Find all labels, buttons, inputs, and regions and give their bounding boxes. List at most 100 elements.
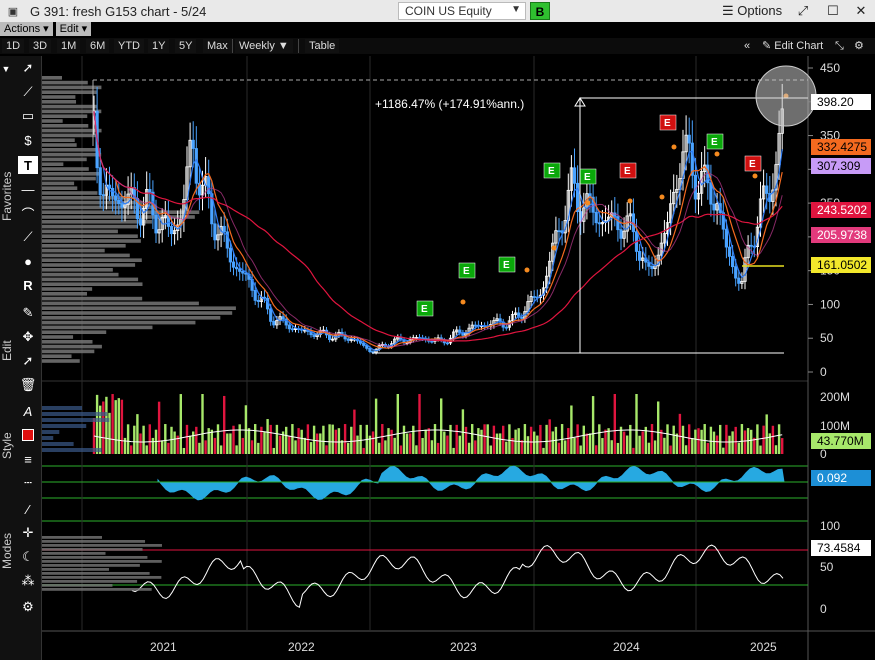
edit-chart-button[interactable]: ✎ Edit Chart	[762, 39, 823, 53]
color-palette-icon[interactable]: ⁂	[18, 572, 38, 590]
price-flag: 205.9738	[811, 227, 871, 243]
volume-bar	[173, 431, 176, 454]
trendline-icon[interactable]: ⟋	[18, 83, 38, 101]
volume-bar	[170, 426, 173, 454]
volume-bar	[777, 424, 781, 454]
select-cursor-icon[interactable]: ➚	[18, 352, 38, 370]
cursor-icon[interactable]: ➚	[18, 59, 38, 77]
volume-bar	[275, 424, 279, 454]
actions-menu[interactable]: Actions ▾	[0, 22, 53, 36]
volume-bar	[471, 424, 474, 454]
line-style-icon[interactable]: ┄	[18, 474, 38, 492]
volume-bar	[226, 433, 229, 454]
earnings-marker: E	[706, 133, 724, 150]
volume-bar	[136, 414, 139, 454]
maximize-icon[interactable]: ☐	[823, 2, 843, 20]
volume-bar	[111, 394, 114, 454]
toolbar-divider	[232, 39, 233, 53]
settings-gear-icon[interactable]: ⚙	[18, 598, 38, 616]
volume-profile-bar	[42, 186, 78, 190]
earnings-marker: E	[458, 262, 476, 279]
line-segment-icon[interactable]: ⟋	[18, 228, 38, 246]
dashed-line-icon[interactable]: ⁄	[18, 500, 38, 518]
table-button[interactable]: Table	[305, 39, 340, 53]
gear-icon[interactable]: ⚙	[854, 39, 864, 53]
price-flag: 161.0502	[811, 257, 871, 273]
move-icon[interactable]: ✥	[18, 328, 38, 346]
volume-profile-bar	[42, 229, 118, 234]
candle-body	[194, 148, 198, 184]
measure-annotation: +1186.47% (+174.91%ann.)	[375, 97, 524, 111]
volume-bar	[374, 398, 378, 454]
volume-bar	[328, 424, 331, 454]
period-select[interactable]: Weekly ▼	[235, 39, 293, 53]
volume-profile-bar	[42, 344, 102, 349]
rectangle-icon[interactable]: ▭	[18, 107, 38, 125]
close-icon[interactable]: ✕	[851, 2, 871, 20]
volume-bar	[734, 426, 737, 454]
chart-area[interactable]: EEEEEEEEE +1186.47% (+174.91%ann.) 45040…	[42, 56, 875, 660]
timeframe-max[interactable]: Max	[203, 39, 232, 53]
timeframe-3d[interactable]: 3D	[29, 39, 52, 53]
chart-settings-icon[interactable]: ⤡	[835, 39, 844, 53]
candle-body	[727, 246, 732, 257]
price-label-icon[interactable]: $	[18, 131, 38, 149]
volume-histogram-bar	[42, 448, 102, 452]
volume-bar	[303, 437, 306, 454]
security-name: COIN US Equity	[405, 4, 492, 18]
b-button[interactable]: B	[530, 2, 550, 20]
trash-icon[interactable]: 🗑	[18, 376, 38, 394]
rsi-histogram-bar	[42, 564, 140, 567]
earnings-marker: E	[579, 168, 597, 185]
toolbar-divider	[298, 39, 299, 53]
candle-body	[101, 194, 105, 197]
edit-menu[interactable]: Edit ▾	[55, 22, 92, 36]
chart-toolbar: 1D 3D 1M 6M YTD 1Y 5Y Max Weekly ▼ Table…	[0, 38, 875, 54]
volume-bar	[120, 399, 124, 454]
options-menu[interactable]: ☰ Options	[722, 3, 782, 19]
horizontal-line-icon[interactable]: —	[18, 180, 38, 198]
crosshair-icon[interactable]: ✛	[18, 524, 38, 542]
volume-profile-bar	[42, 172, 102, 176]
volume-profile-bar	[42, 292, 88, 296]
line-width-icon[interactable]: ≡	[18, 450, 38, 468]
volume-bar	[102, 401, 105, 454]
candle-body	[327, 334, 332, 340]
window-titlebar: ▣ G 391: fresh G153 chart - 5/24 COIN US…	[0, 0, 875, 22]
candle-body	[368, 347, 372, 353]
timeframe-6m[interactable]: 6M	[86, 39, 110, 53]
window-menu-icon[interactable]: ▣	[4, 2, 22, 20]
volume-profile-bar	[42, 138, 75, 142]
volume-bar	[396, 394, 399, 454]
candle-body	[576, 182, 580, 212]
volume-bar	[266, 419, 269, 454]
chart-canvas[interactable]: EEEEEEEEE +1186.47% (+174.91%ann.) 45040…	[42, 56, 875, 660]
arc-icon[interactable]: ⌒	[18, 204, 38, 222]
candle-body	[532, 296, 536, 298]
timeframe-ytd[interactable]: YTD	[114, 39, 144, 53]
collapse-icon[interactable]: «	[744, 39, 750, 53]
toolbar-collapse-icon[interactable]: ▼	[0, 60, 12, 78]
timeframe-1m[interactable]: 1M	[57, 39, 81, 53]
timeframe-5y[interactable]: 5Y	[175, 39, 197, 53]
security-selector[interactable]: COIN US Equity ▼	[398, 2, 526, 20]
volume-bar	[436, 442, 440, 454]
candle-body	[765, 185, 769, 194]
magnet-icon[interactable]: ☾	[18, 548, 38, 566]
volume-histogram-bar	[42, 418, 110, 422]
text-tool-icon[interactable]: T	[18, 156, 38, 174]
volume-bar	[523, 424, 527, 454]
popout-icon[interactable]: ⤢	[793, 2, 813, 20]
circle-icon[interactable]: ●	[18, 252, 38, 270]
rsi-axis-label: 50	[820, 560, 834, 574]
volume-bar	[114, 400, 117, 454]
timeframe-1d[interactable]: 1D	[2, 39, 25, 53]
color-picker-icon[interactable]	[18, 426, 38, 444]
font-style-icon[interactable]: A	[18, 402, 38, 420]
volume-bar	[548, 419, 551, 454]
pen-icon[interactable]: ✎	[18, 304, 38, 322]
timeframe-1y[interactable]: 1Y	[148, 39, 170, 53]
volume-bar	[139, 433, 142, 454]
regression-icon[interactable]: R	[18, 276, 38, 294]
volume-bar	[291, 424, 294, 454]
